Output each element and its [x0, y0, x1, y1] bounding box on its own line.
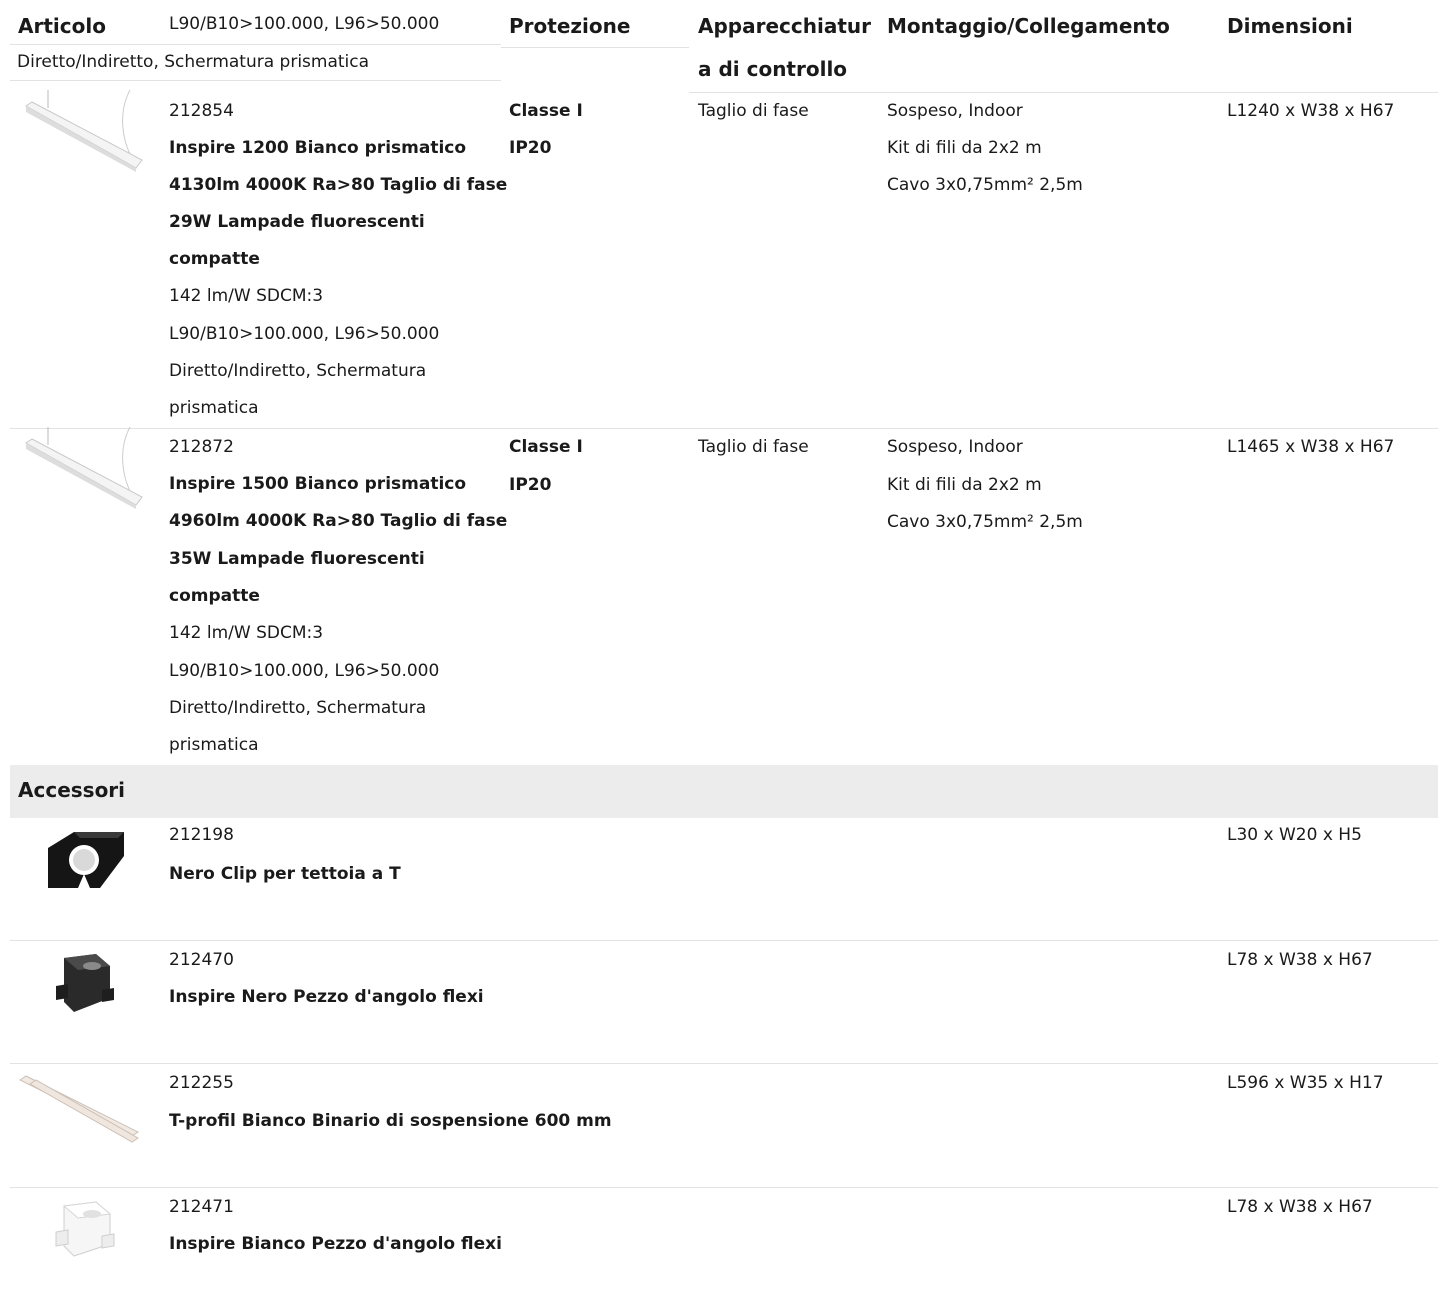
suspension-rail-image — [19, 1075, 139, 1143]
accessory-code: 212198 — [169, 825, 234, 845]
mounting-line-3: Cavo 3x0,75mm² 2,5m — [887, 175, 1083, 195]
product-detail-line-1: 142 lm/W SDCM:3 — [169, 286, 324, 306]
header-protezione: Protezione — [509, 14, 631, 38]
accessory-code: 212470 — [169, 950, 234, 970]
accessories-header-band — [10, 765, 1438, 818]
accessory-dimensions: L78 x W38 x H67 — [1227, 950, 1373, 970]
protection-ip: IP20 — [509, 475, 552, 495]
product-title-line-2: 4130lm 4000K Ra>80 Taglio di fase — [169, 175, 508, 195]
product-detail-line-3: Diretto/Indiretto, Schermatura — [169, 361, 427, 381]
product-detail-line-2: L90/B10>100.000, L96>50.000 — [169, 661, 440, 681]
pendant-luminaire-image — [25, 426, 143, 509]
protection-ip: IP20 — [509, 138, 552, 158]
product-title-line-4: compatte — [169, 586, 260, 606]
corner-piece-black-image — [56, 954, 114, 1012]
header-overflow-line-2: Diretto/Indiretto, Schermatura prismatic… — [17, 52, 370, 72]
row-divider — [10, 1063, 1438, 1064]
mounting-line-3: Cavo 3x0,75mm² 2,5m — [887, 512, 1083, 532]
header-divider-a — [10, 44, 501, 45]
product-table: Articolo L90/B10>100.000, L96>50.000 Dir… — [0, 0, 1438, 1305]
product-title-line-3: 29W Lampade fluorescenti — [169, 212, 425, 232]
protection-class: Classe I — [509, 101, 583, 121]
product-code: 212872 — [169, 437, 234, 457]
protection-class: Classe I — [509, 437, 583, 457]
accessory-title: T-profil Bianco Binario di sospensione 6… — [169, 1111, 612, 1131]
product-detail-line-4: prismatica — [169, 735, 259, 755]
accessory-code: 212255 — [169, 1073, 234, 1093]
accessory-title: Inspire Bianco Pezzo d'angolo flexi — [169, 1234, 502, 1254]
row-divider — [10, 1187, 1438, 1188]
product-code: 212854 — [169, 101, 234, 121]
dimensions: L1465 x W38 x H67 — [1227, 437, 1395, 457]
product-title-line-4: compatte — [169, 249, 260, 269]
pendant-luminaire-image — [25, 89, 143, 172]
mounting-line-1: Sospeso, Indoor — [887, 101, 1023, 121]
mounting-line-1: Sospeso, Indoor — [887, 437, 1023, 457]
accessory-code: 212471 — [169, 1197, 234, 1217]
product-title-line-3: 35W Lampade fluorescenti — [169, 549, 425, 569]
product-detail-line-4: prismatica — [169, 398, 259, 418]
mounting-line-2: Kit di fili da 2x2 m — [887, 475, 1042, 495]
mounting-line-2: Kit di fili da 2x2 m — [887, 138, 1042, 158]
header-divider-b — [501, 47, 689, 48]
product-detail-line-3: Diretto/Indiretto, Schermatura — [169, 698, 427, 718]
clip-image — [48, 832, 124, 888]
accessories-title: Accessori — [18, 778, 126, 802]
control-gear: Taglio di fase — [698, 437, 809, 457]
control-gear: Taglio di fase — [698, 101, 809, 121]
header-articolo: Articolo — [18, 14, 106, 38]
header-dimensioni: Dimensioni — [1227, 14, 1353, 38]
dimensions: L1240 x W38 x H67 — [1227, 101, 1395, 121]
accessory-title: Inspire Nero Pezzo d'angolo flexi — [169, 987, 484, 1007]
row-divider — [10, 940, 1438, 941]
product-title-line-1: Inspire 1500 Bianco prismatico — [169, 474, 467, 494]
header-divider-d — [689, 92, 1438, 93]
row-divider — [10, 428, 1438, 429]
corner-piece-white-image — [55, 1201, 115, 1257]
accessory-title: Nero Clip per tettoia a T — [169, 864, 401, 884]
accessory-dimensions: L30 x W20 x H5 — [1227, 825, 1362, 845]
header-montaggio: Montaggio/Collegamento — [887, 14, 1170, 38]
header-overflow-line-1: L90/B10>100.000, L96>50.000 — [169, 14, 440, 34]
product-title-line-2: 4960lm 4000K Ra>80 Taglio di fase — [169, 511, 508, 531]
product-detail-line-2: L90/B10>100.000, L96>50.000 — [169, 324, 440, 344]
product-detail-line-1: 142 lm/W SDCM:3 — [169, 623, 324, 643]
header-apparecchiatura-line-2: a di controllo — [698, 57, 848, 81]
accessory-dimensions: L596 x W35 x H17 — [1227, 1073, 1384, 1093]
header-divider-c — [10, 80, 501, 81]
header-apparecchiatura-line-1: Apparecchiatur — [698, 14, 871, 38]
accessory-dimensions: L78 x W38 x H67 — [1227, 1197, 1373, 1217]
product-title-line-1: Inspire 1200 Bianco prismatico — [169, 138, 467, 158]
